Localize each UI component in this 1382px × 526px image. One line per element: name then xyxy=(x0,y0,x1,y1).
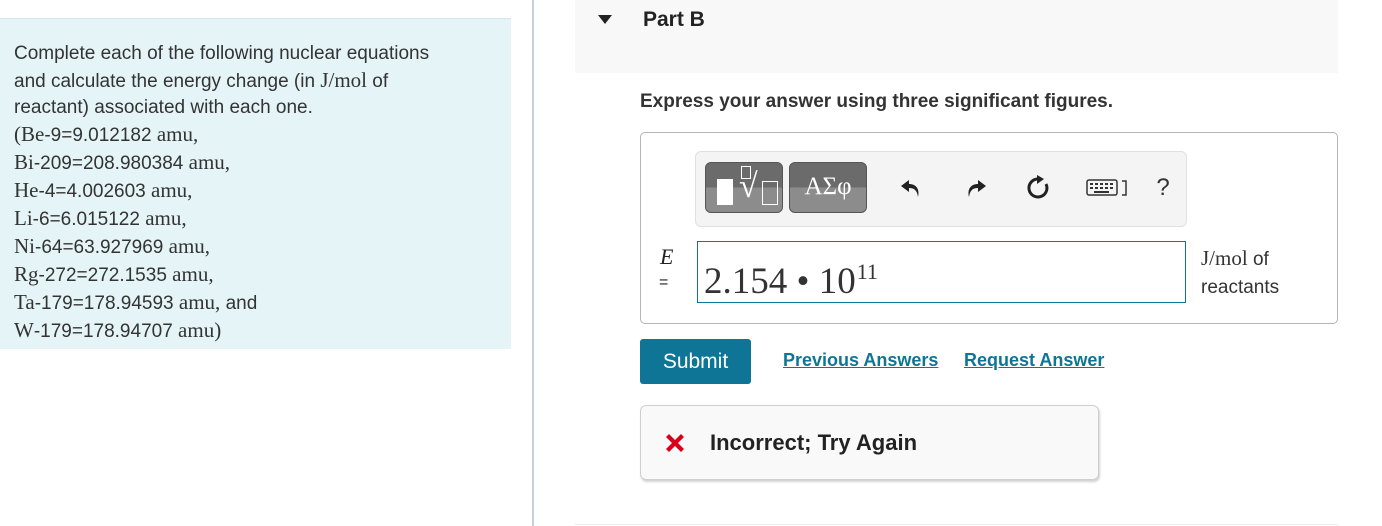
redo-icon[interactable] xyxy=(961,172,991,204)
radical-icon: √ xyxy=(739,168,758,205)
x-mark-icon xyxy=(666,434,684,452)
mass-entry: Ta-179=178.94593 amu, and xyxy=(14,289,494,317)
mass-entry: Rg-272=272.1535 amu, xyxy=(14,261,494,289)
mass-entry: Ni-64=63.927969 amu, xyxy=(14,233,494,261)
mass-entry: He-4=4.002603 amu, xyxy=(14,177,494,205)
answer-mantissa: 2.154 • 10 xyxy=(704,261,856,302)
mass-symbol: He xyxy=(14,178,39,202)
section-bottom-border xyxy=(575,524,1338,525)
feedback-text: Incorrect; Try Again xyxy=(710,430,918,455)
mass-symbol: Be xyxy=(21,122,45,146)
answer-units: J/mol of reactants xyxy=(1201,244,1279,302)
answer-variable-label: E xyxy=(660,244,674,269)
mass-value: -179=178.94593 xyxy=(34,293,179,314)
mass-unit: amu, xyxy=(168,234,211,258)
mass-symbol: Ni xyxy=(14,234,35,258)
feedback-message-box: Incorrect; Try Again xyxy=(640,405,1099,480)
part-title[interactable]: Part B xyxy=(643,8,705,32)
mass-list: (Be-9=9.012182 amu, Bi-209=208.980384 amu… xyxy=(14,121,494,345)
previous-answers-link[interactable]: Previous Answers xyxy=(783,350,938,371)
mass-entry: W-179=178.94707 amu) xyxy=(14,317,494,345)
mass-unit: amu, xyxy=(156,122,199,146)
mass-entry: (Be-9=9.012182 amu, xyxy=(14,121,494,149)
math-toolbar: √ ΑΣφ ? xyxy=(695,151,1187,227)
keyboard-icon[interactable] xyxy=(1084,172,1134,204)
mass-symbol: Bi xyxy=(14,150,34,174)
mass-value: -4=4.002603 xyxy=(38,181,152,202)
undo-icon[interactable] xyxy=(896,172,926,204)
templates-button[interactable]: √ xyxy=(705,162,783,213)
intro-line-1: Complete each of the following nuclear e… xyxy=(14,43,430,64)
mass-tail: and xyxy=(220,293,258,314)
submit-button[interactable]: Submit xyxy=(640,339,751,384)
answer-input[interactable]: 2.154 • 1011 xyxy=(697,241,1186,303)
mass-symbol: Rg xyxy=(14,262,39,286)
radicand-box-icon xyxy=(762,181,778,205)
instruction-text: Express your answer using three signific… xyxy=(640,91,1114,112)
help-button[interactable]: ? xyxy=(1148,172,1178,204)
mass-value: -209=208.980384 xyxy=(33,153,189,174)
mass-symbol: W xyxy=(14,318,34,342)
request-answer-link[interactable]: Request Answer xyxy=(964,350,1104,371)
mass-symbol: Li xyxy=(14,206,33,230)
mass-entry: Bi-209=208.980384 amu, xyxy=(14,149,494,177)
mass-open-paren: ( xyxy=(14,122,21,146)
greek-symbols-button[interactable]: ΑΣφ xyxy=(789,162,867,213)
mass-unit: amu) xyxy=(178,318,222,342)
template-square-icon xyxy=(717,179,733,205)
mass-value: -9=9.012182 xyxy=(44,125,157,146)
mass-entry: Li-6=6.015122 amu, xyxy=(14,205,494,233)
problem-statement-panel: Complete each of the following nuclear e… xyxy=(0,18,511,349)
mass-value: -64=63.927969 xyxy=(35,237,169,258)
mass-unit: amu, xyxy=(172,262,214,286)
intro-line-3: reactant) associated with each one. xyxy=(14,97,313,118)
mass-unit: amu, xyxy=(178,290,221,314)
intro-line-2: and calculate the energy change (in J/mo… xyxy=(14,68,389,92)
mass-symbol: Ta xyxy=(14,290,35,314)
equals-sign: = xyxy=(659,274,669,291)
units-line-2: reactants xyxy=(1201,277,1280,298)
mass-unit: amu, xyxy=(145,206,187,230)
problem-text: Complete each of the following nuclear e… xyxy=(14,41,494,345)
panel-divider xyxy=(532,0,534,526)
mass-value: -6=6.015122 xyxy=(32,209,146,230)
collapse-caret-icon[interactable] xyxy=(598,15,612,24)
reset-icon[interactable] xyxy=(1023,172,1053,204)
mass-unit: amu, xyxy=(151,178,193,202)
mass-unit: amu, xyxy=(188,150,231,174)
mass-value: -272=272.1535 xyxy=(38,265,173,286)
unit-math: J/mol xyxy=(320,68,368,92)
mass-value: -179=178.94707 xyxy=(33,321,179,342)
answer-exponent: 11 xyxy=(856,259,878,284)
units-math: J/mol xyxy=(1201,246,1248,270)
